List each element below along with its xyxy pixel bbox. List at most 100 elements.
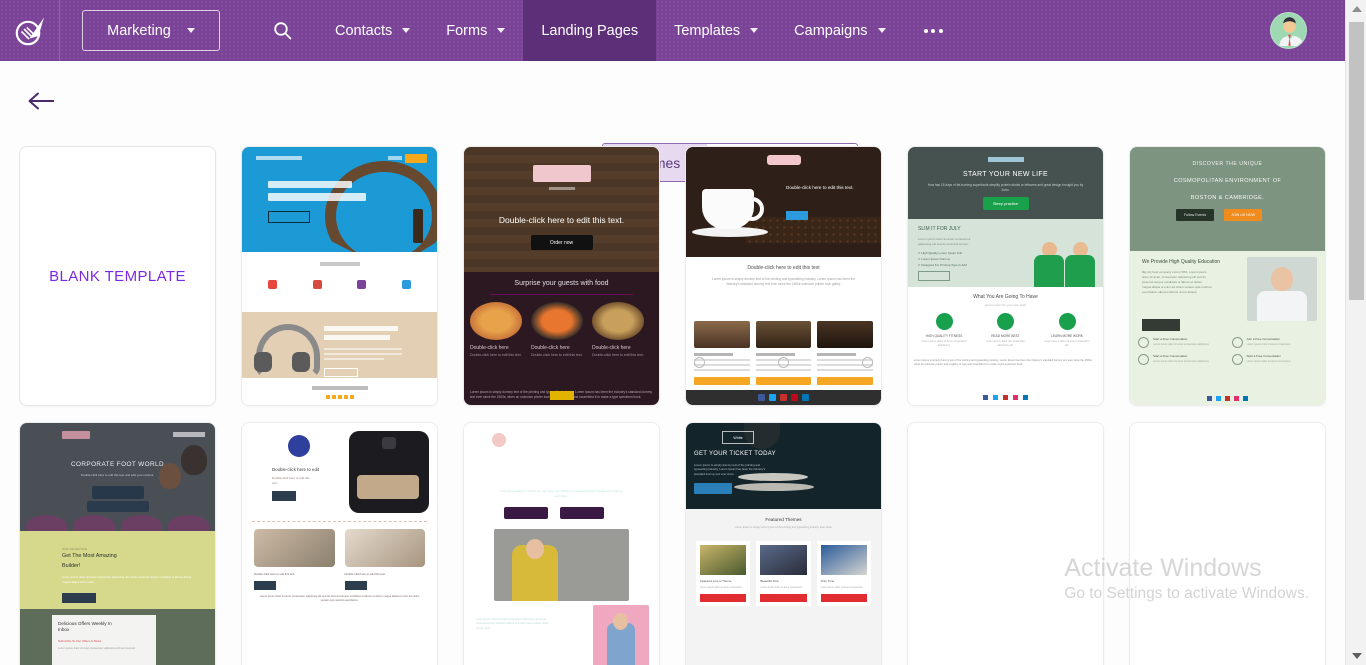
scroll-up-button[interactable] xyxy=(1346,0,1366,18)
thumb-section: We Provide High Quality Eye Wear xyxy=(476,609,545,614)
thumb-headline-2: COSMOPOLITAN ENVIRONMENT OF xyxy=(1173,178,1282,184)
thumb-headline-1: DISCOVER THE UNIQUE xyxy=(1192,161,1263,167)
thumb-card-title: Double-click here xyxy=(592,345,631,351)
thumb-low-link: Subscribe To Our Offers & News xyxy=(58,638,102,643)
nav-item-label: Contacts xyxy=(335,22,393,39)
template-grid: BLANK TEMPLATE Double-click here to edit… xyxy=(0,147,1345,665)
nav-item-campaigns[interactable]: Campaigns xyxy=(776,0,903,61)
thumb-section: Surprise your guests with food xyxy=(514,280,609,287)
template-thumbnail: CORPORATE FOOT WORLD Double-click here t… xyxy=(20,423,215,665)
thumb-feature-sub: great protein for your own work xyxy=(984,303,1027,307)
back-arrow-icon xyxy=(28,92,54,110)
thumb-button: Sleep practice xyxy=(982,197,1029,210)
top-navigation-bar: Marketing Contacts Forms Landing Pages T xyxy=(0,0,1345,61)
thumb-headline: START YOUR NEW LIFE xyxy=(963,171,1048,178)
thumb-card-sub: Double-click here to edit this text. xyxy=(470,353,522,357)
thumb-section-sub: Lorem Ipsum is simply dummy text of the … xyxy=(734,526,833,529)
thumb-mid-headline-1: Get The Most Amazing xyxy=(62,553,117,559)
template-thumbnail: START YOUR NEW LIFE How fast 15 days of … xyxy=(908,147,1103,405)
thumb-section: We Provide High Quality Education xyxy=(1142,259,1221,265)
thumb-caption: Double-click here to edit this text. xyxy=(344,572,386,576)
search-icon xyxy=(273,22,291,40)
chevron-down-icon xyxy=(750,28,759,33)
thumb-button-1: Follow Events xyxy=(1176,209,1214,221)
nav-item-label: Landing Pages xyxy=(541,22,639,39)
thumb-card-title: Double-click here xyxy=(531,345,570,351)
thumb-headline: Double-click here to edit this text. xyxy=(498,215,625,225)
thumb-card-title: Beautiful One xyxy=(760,579,779,583)
thumb-headline: CORPORATE FOOT WORLD xyxy=(71,461,164,468)
nav-item-label: Campaigns xyxy=(794,22,868,39)
nav-item-contacts[interactable]: Contacts xyxy=(317,0,428,61)
template-card-bakery[interactable]: Double-click here to edit this text. Ord… xyxy=(464,147,659,405)
thumb-card-sub: Double-click here to edit this text. xyxy=(531,353,583,357)
template-name: BLANK TEMPLATE xyxy=(49,267,186,285)
template-thumbnail: Double-click here to edit this text. Dou… xyxy=(686,147,881,405)
thumb-feature: HIGH QUALITY FITNESS xyxy=(925,334,963,338)
app-logo[interactable] xyxy=(0,0,60,61)
thumb-feature: Start a Free Conversation xyxy=(1153,337,1188,341)
template-card-boston[interactable]: DISCOVER THE UNIQUE COSMOPOLITAN ENVIRON… xyxy=(1130,147,1325,405)
scroll-down-button[interactable] xyxy=(1346,647,1366,665)
template-card-blank[interactable]: BLANK TEMPLATE xyxy=(20,147,215,405)
user-avatar-icon xyxy=(1271,13,1306,48)
scrollbar-thumb[interactable] xyxy=(1349,22,1364,300)
thumb-card-sub: Double-click here to edit this text. xyxy=(592,353,644,357)
thumb-headline: Double-click here to edit this text. xyxy=(786,185,854,190)
thumb-section: Featured Themes xyxy=(765,517,802,522)
thumb-section: Double-click here to edit this text xyxy=(747,265,820,271)
template-card-interior[interactable]: Double-click here to edit Double-click h… xyxy=(242,423,437,665)
thumb-logo: White xyxy=(722,431,754,444)
thumb-button: Order now xyxy=(530,235,593,250)
template-card-corporate-foot[interactable]: CORPORATE FOOT WORLD Double-click here t… xyxy=(20,423,215,665)
thumb-feature: Start a Free Conversation xyxy=(1153,354,1188,358)
thumb-sub: Double-click here to edit this text. xyxy=(272,476,310,485)
chevron-down-icon xyxy=(402,28,411,33)
thumb-headline-3: BOSTON & CAMBRIDGE. xyxy=(1190,195,1265,201)
scroll-up-arrow-icon xyxy=(1351,6,1362,12)
template-card-headphones[interactable] xyxy=(242,147,437,405)
thumb-sub: How fast 15 days of fat-burning superfoo… xyxy=(927,183,1084,192)
more-menu-button[interactable] xyxy=(904,0,963,61)
back-button[interactable] xyxy=(27,88,57,114)
vertical-scrollbar[interactable] xyxy=(1345,0,1366,665)
template-card-lipstick[interactable]: NEW ELEGANT LIPSTIK Lorem ipsum get a bu… xyxy=(908,423,1103,665)
template-card-new-life[interactable]: START YOUR NEW LIFE How fast 15 days of … xyxy=(908,147,1103,405)
thumb-low-headline-2: Inbox xyxy=(58,627,70,633)
thumb-feature: Start a Free Conversation xyxy=(1246,354,1281,358)
ellipsis-icon xyxy=(931,28,936,33)
user-avatar[interactable] xyxy=(1270,12,1307,49)
thumb-section: SLIM IT FOR JULY xyxy=(918,226,961,232)
thumb-button-2: JOIN US NOW xyxy=(1224,209,1262,221)
template-thumbnail: Double-click here to edit this text. Ord… xyxy=(464,147,659,405)
thumb-mid-headline-2: Builder! xyxy=(62,563,81,569)
thumb-low-headline-1: Delicious Offers Weekly In xyxy=(58,621,112,626)
template-card-coffee[interactable]: Double-click here to edit this text. Dou… xyxy=(686,147,881,405)
nav-item-forms[interactable]: Forms xyxy=(428,0,523,61)
template-card-app-landing[interactable]: APP LANDING PAGE Lorem ipsum is simply d… xyxy=(1130,423,1325,665)
app-switcher-button[interactable]: Marketing xyxy=(82,10,220,51)
ellipsis-icon xyxy=(938,28,943,33)
nav-item-templates[interactable]: Templates xyxy=(656,0,776,61)
thumb-sub: From these classic or frames for even st… xyxy=(500,489,623,498)
template-thumbnail xyxy=(242,147,437,405)
thumb-feature-title: What You Are Going To Have xyxy=(973,294,1038,300)
template-card-eyeglasses[interactable]: Flexible Modern System Eye Glasses From … xyxy=(464,423,659,665)
ellipsis-icon xyxy=(923,28,928,33)
template-thumbnail: DISCOVER THE UNIQUE COSMOPOLITAN ENVIRON… xyxy=(1130,147,1325,405)
nav-item-label: Templates xyxy=(674,22,741,39)
thumb-feature: LEARN MORE WORK xyxy=(1051,334,1083,338)
template-thumbnail: White GET YOUR TICKET TODAY Lorem ipsum … xyxy=(686,423,881,665)
nav-item-landing-pages[interactable]: Landing Pages xyxy=(523,0,657,61)
primary-nav-items: Contacts Forms Landing Pages Templates C… xyxy=(317,0,963,61)
thumb-headline-2: Eye Glasses xyxy=(545,477,578,483)
thumb-sub: Lorem ipsum is simply dummy text of the … xyxy=(694,463,766,476)
thumb-card-title: Featured Lorem Theme xyxy=(700,579,732,583)
nav-item-label: Forms xyxy=(446,22,488,39)
zoho-marketing-logo-icon xyxy=(15,17,44,45)
thumb-feature: Join a Free Conversation xyxy=(1246,337,1281,341)
scroll-down-arrow-icon xyxy=(1351,653,1362,659)
template-card-tickets[interactable]: White GET YOUR TICKET TODAY Lorem ipsum … xyxy=(686,423,881,665)
search-button[interactable] xyxy=(265,14,299,48)
chevron-down-icon xyxy=(497,28,506,33)
